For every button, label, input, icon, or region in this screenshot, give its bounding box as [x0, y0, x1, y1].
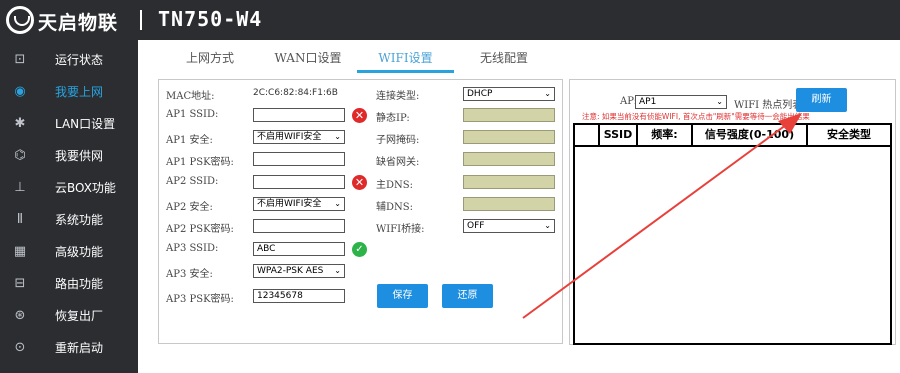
sidebar-item-reboot[interactable]: ⊙ 重新启动: [0, 332, 138, 364]
ap3-psk-label: AP3 PSK密码:: [166, 294, 234, 305]
chevron-down-icon: ⌄: [716, 97, 723, 106]
error-x-icon: ✕: [352, 108, 367, 123]
static-ip-label: 静态IP:: [376, 113, 410, 124]
mac-label: MAC地址:: [166, 91, 215, 102]
gateway-input[interactable]: [463, 152, 555, 166]
sidebar-item-internet[interactable]: ◉ 我要上网: [0, 76, 138, 108]
hotspot-list-label: WIFI 热点列表: [734, 100, 803, 111]
primary-dns-input[interactable]: [463, 175, 555, 189]
tab-wan-settings[interactable]: WAN口设置: [266, 40, 350, 73]
sidebar-item-advanced[interactable]: ▦ 高级功能: [0, 236, 138, 268]
grid-icon: ▦: [13, 244, 27, 259]
router-icon: ⊟: [14, 276, 26, 291]
sidebar-item-cloud-box[interactable]: ⊥ 云BOX功能: [0, 172, 138, 204]
ap2-ssid-label: AP2 SSID:: [166, 176, 219, 187]
ap1-psk-input[interactable]: [253, 152, 345, 166]
ap1-psk-label: AP1 PSK密码:: [166, 157, 234, 168]
subnet-mask-label: 子网掩码:: [376, 135, 420, 146]
column-signal-strength: 信号强度(0-100): [693, 125, 808, 145]
tab-wireless-config[interactable]: 无线配置: [464, 40, 544, 73]
restore-icon: ⊛: [14, 308, 26, 323]
table-header: SSID 频率: 信号强度(0-100) 安全类型: [575, 125, 890, 147]
sidebar-item-status[interactable]: ⊡ 运行状态: [0, 44, 138, 76]
sidebar: ⊡ 运行状态 ◉ 我要上网 ✱ LAN口设置 ⌬ 我要供网 ⊥ 云BOX功能 Ⅱ 系统功能 …: [0, 40, 138, 373]
wifi-bridge-select[interactable]: OFF ⌄: [463, 219, 555, 233]
connection-type-select[interactable]: DHCP ⌄: [463, 87, 555, 101]
save-button[interactable]: 保存: [377, 284, 428, 308]
ap-select[interactable]: AP1 ⌄: [635, 95, 727, 109]
tab-wifi-settings[interactable]: WIFI设置: [357, 40, 454, 73]
column-ssid: SSID: [600, 125, 638, 145]
ap2-psk-input[interactable]: [253, 219, 345, 233]
ap1-ssid-input[interactable]: [253, 108, 345, 122]
sidebar-item-routing[interactable]: ⊟ 路由功能: [0, 268, 138, 300]
column-spacer: [575, 125, 600, 145]
network-tree-icon: ⊥: [14, 180, 26, 195]
ap3-ssid-input[interactable]: ABC: [253, 242, 345, 256]
column-frequency: 频率:: [638, 125, 693, 145]
ap1-ssid-label: AP1 SSID:: [166, 109, 219, 120]
checkmark-icon: ✓: [352, 242, 367, 257]
secondary-dns-input[interactable]: [463, 197, 555, 211]
primary-dns-label: 主DNS:: [376, 180, 413, 191]
static-ip-input[interactable]: [463, 108, 555, 122]
ap1-security-label: AP1 安全:: [166, 135, 213, 146]
chevron-down-icon: ⌄: [334, 199, 341, 208]
column-security-type: 安全类型: [827, 128, 871, 141]
ap3-ssid-label: AP3 SSID:: [166, 243, 219, 254]
connection-type-label: 连接类型:: [376, 91, 420, 102]
mac-value: 2C:C6:82:84:F1:6B: [253, 88, 338, 98]
sidebar-item-provide-network[interactable]: ⌬ 我要供网: [0, 140, 138, 172]
refresh-note: 注意: 如果当前没有侦能WIFI, 首次点击"刷新"需要等待一会能出结果: [582, 112, 810, 121]
ap2-security-select[interactable]: 不启用WIFI安全 ⌄: [253, 197, 345, 211]
ap1-security-select[interactable]: 不启用WIFI安全 ⌄: [253, 130, 345, 144]
sidebar-item-system[interactable]: Ⅱ 系统功能: [0, 204, 138, 236]
ap2-security-label: AP2 安全:: [166, 202, 213, 213]
chevron-down-icon: ⌄: [544, 89, 551, 98]
globe-icon: ◉: [14, 84, 26, 99]
wrench-icon: Ⅱ: [16, 212, 24, 227]
tab-bar: 上网方式 WAN口设置 WIFI设置 无线配置: [138, 40, 900, 73]
secondary-dns-label: 辅DNS:: [376, 202, 413, 213]
sidebar-item-lan[interactable]: ✱ LAN口设置: [0, 108, 138, 140]
ap2-psk-label: AP2 PSK密码:: [166, 224, 234, 235]
ap3-psk-input[interactable]: 12345678: [253, 289, 345, 303]
chevron-down-icon: ⌄: [544, 221, 551, 230]
refresh-button[interactable]: 刷新: [796, 88, 847, 112]
gateway-label: 缺省网关:: [376, 157, 420, 168]
subnet-mask-input[interactable]: [463, 130, 555, 144]
wifi-hotspot-table: SSID 频率: 信号强度(0-100) 安全类型: [573, 123, 892, 345]
ap3-security-select[interactable]: WPA2-PSK AES ⌄: [253, 264, 345, 278]
chevron-down-icon: ⌄: [334, 132, 341, 141]
error-x-icon: ✕: [352, 175, 367, 190]
header-divider: [140, 10, 142, 30]
chevron-down-icon: ⌄: [334, 266, 341, 275]
monitor-icon: ⊡: [14, 52, 26, 67]
tab-internet-mode[interactable]: 上网方式: [170, 40, 250, 73]
brand-logo-icon: [6, 6, 34, 34]
brand-name: 天启物联: [38, 12, 119, 34]
sidebar-item-factory-reset[interactable]: ⊛ 恢复出厂: [0, 300, 138, 332]
wifi-bridge-label: WIFI桥接:: [376, 224, 425, 235]
reboot-icon: ⊙: [14, 340, 26, 355]
top-bar: 天启物联 TN750-W4: [0, 0, 900, 40]
gear-icon: ✱: [14, 116, 26, 131]
ap3-security-label: AP3 安全:: [166, 269, 213, 280]
restore-button[interactable]: 还原: [442, 284, 493, 308]
ap2-ssid-input[interactable]: [253, 175, 345, 189]
antenna-icon: ⌬: [14, 148, 26, 163]
device-model: TN750-W4: [158, 7, 263, 31]
